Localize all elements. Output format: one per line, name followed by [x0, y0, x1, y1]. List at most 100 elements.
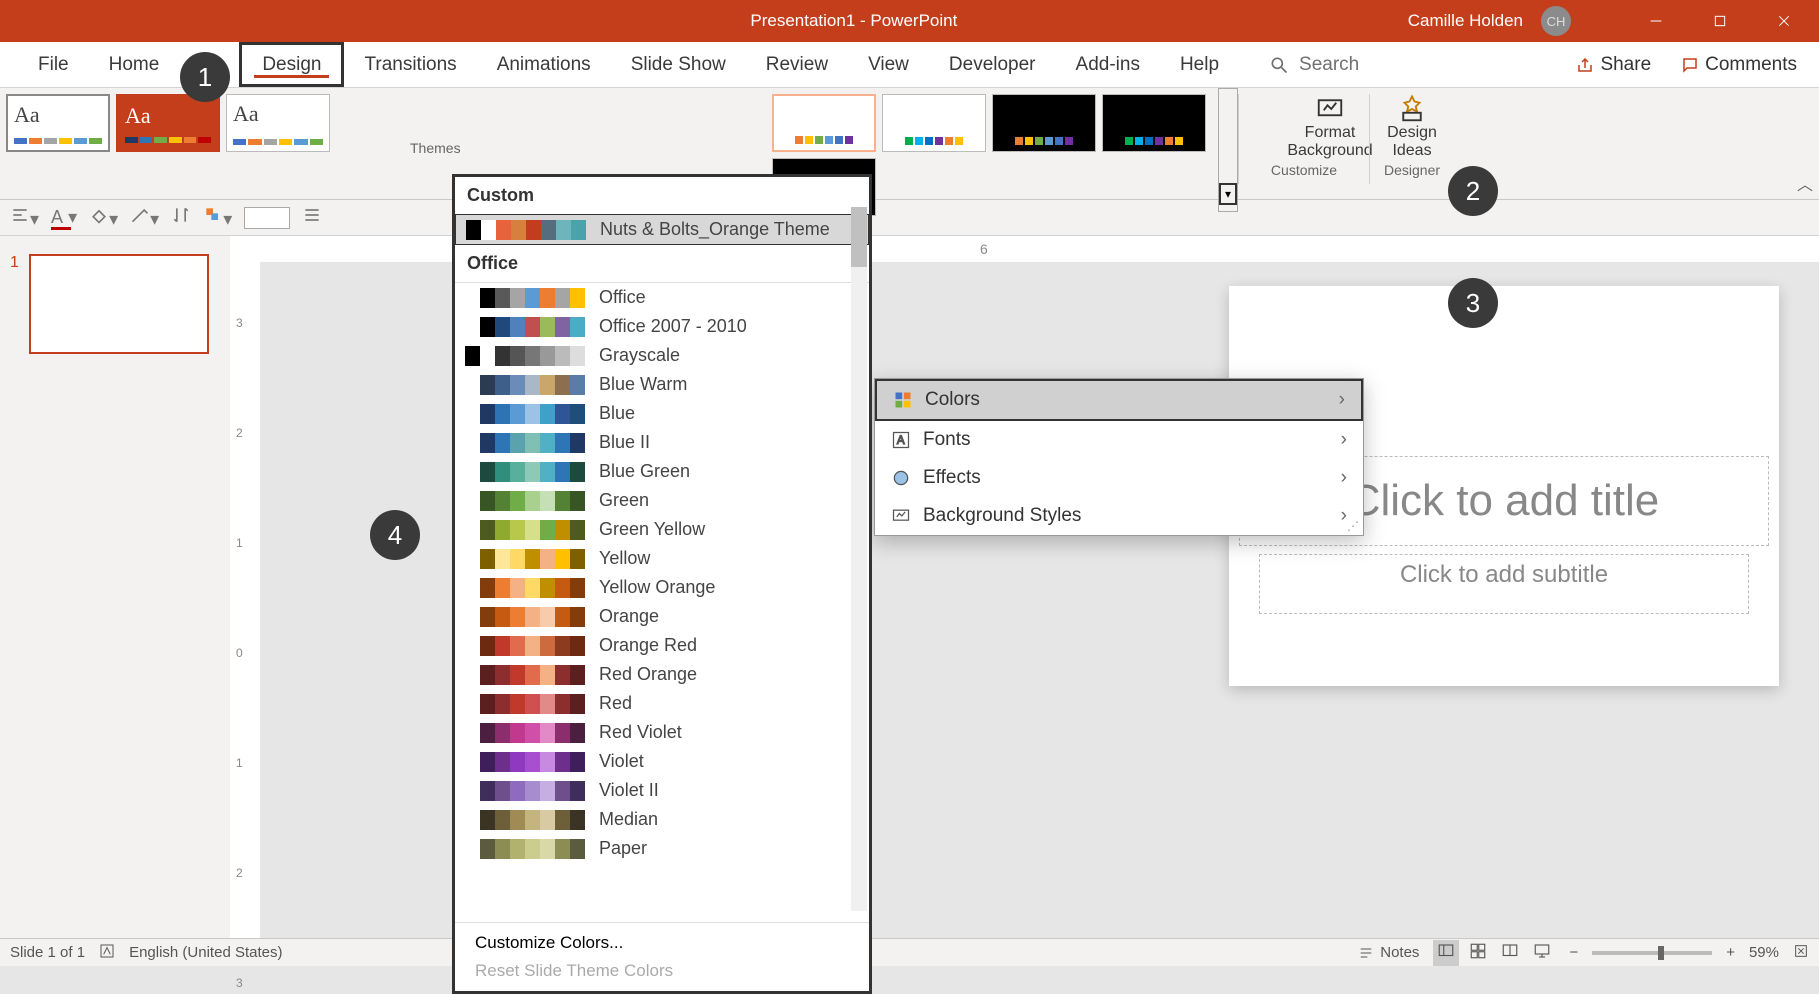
- minimize-button[interactable]: [1633, 0, 1679, 42]
- color-scheme-custom[interactable]: Nuts & Bolts_Orange Theme: [455, 214, 869, 245]
- zoom-in-button[interactable]: +: [1726, 944, 1735, 961]
- align-icon[interactable]: ▾: [10, 205, 39, 230]
- fill-icon[interactable]: ▾: [89, 205, 118, 230]
- tab-slideshow[interactable]: Slide Show: [611, 42, 746, 87]
- format-background-button[interactable]: Format Background: [1287, 94, 1372, 160]
- slide-thumbnail-1[interactable]: 1: [10, 254, 220, 354]
- color-swatches: [465, 317, 585, 337]
- maximize-button[interactable]: [1697, 0, 1743, 42]
- color-scheme-item[interactable]: Yellow Orange: [455, 573, 869, 602]
- comments-button[interactable]: Comments: [1673, 50, 1805, 80]
- variant-thumb[interactable]: [992, 94, 1096, 152]
- resize-grip-icon[interactable]: ⋰: [1347, 519, 1359, 533]
- color-scheme-label: Office: [599, 287, 646, 308]
- variant-thumb[interactable]: [1102, 94, 1206, 152]
- theme-thumb-selected[interactable]: Aa: [116, 94, 220, 152]
- color-scheme-item[interactable]: Blue: [455, 399, 869, 428]
- tab-file[interactable]: File: [18, 42, 89, 87]
- shapes-icon[interactable]: ▾: [203, 205, 232, 230]
- outline-icon[interactable]: ▾: [130, 205, 159, 230]
- color-scheme-item[interactable]: Red Orange: [455, 660, 869, 689]
- sort-icon[interactable]: [171, 205, 191, 230]
- zoom-slider[interactable]: [1592, 951, 1712, 955]
- color-scheme-item[interactable]: Office 2007 - 2010: [455, 312, 869, 341]
- color-scheme-item[interactable]: Office: [455, 283, 869, 312]
- variants-menu-effects[interactable]: Effects ›: [875, 459, 1363, 497]
- reading-view-button[interactable]: [1497, 940, 1523, 966]
- theme-thumb[interactable]: Aa: [6, 94, 110, 152]
- close-button[interactable]: [1761, 0, 1807, 42]
- design-ideas-button[interactable]: Design Ideas: [1387, 94, 1437, 160]
- search-input[interactable]: Search: [1269, 54, 1359, 76]
- variants-menu-colors[interactable]: Colors ›: [875, 379, 1363, 421]
- scrollbar-thumb[interactable]: [851, 207, 867, 267]
- color-scheme-item[interactable]: Orange Red: [455, 631, 869, 660]
- font-color-icon[interactable]: A ▾: [51, 207, 77, 228]
- color-scheme-item[interactable]: Yellow: [455, 544, 869, 573]
- zoom-level[interactable]: 59%: [1749, 944, 1779, 961]
- color-scheme-item[interactable]: Paper: [455, 834, 869, 863]
- variants-menu-fonts[interactable]: A Fonts ›: [875, 421, 1363, 459]
- slide-mini[interactable]: [29, 254, 209, 354]
- list-icon[interactable]: [302, 205, 322, 230]
- color-scheme-label: Red Violet: [599, 722, 682, 743]
- slide-sorter-button[interactable]: [1465, 940, 1491, 966]
- variant-thumb[interactable]: [772, 94, 876, 152]
- color-scheme-label: Grayscale: [599, 345, 680, 366]
- tab-home[interactable]: Home: [89, 42, 180, 87]
- collapse-ribbon-icon[interactable]: ︿: [1797, 171, 1813, 195]
- color-scheme-label: Orange: [599, 606, 659, 627]
- normal-view-button[interactable]: [1433, 940, 1459, 966]
- subtitle-placeholder[interactable]: Click to add subtitle: [1259, 554, 1749, 614]
- notes-label: Notes: [1380, 944, 1419, 961]
- tab-view[interactable]: View: [848, 42, 929, 87]
- color-scheme-item[interactable]: Violet II: [455, 776, 869, 805]
- color-scheme-item[interactable]: Red: [455, 689, 869, 718]
- tab-review[interactable]: Review: [746, 42, 848, 87]
- variant-thumb[interactable]: [882, 94, 986, 152]
- colors-icon: [893, 390, 913, 410]
- color-scheme-item[interactable]: Violet: [455, 747, 869, 776]
- slide-counter[interactable]: Slide 1 of 1: [10, 944, 85, 961]
- color-scheme-label: Yellow Orange: [599, 577, 715, 598]
- variants-more-button[interactable]: ▾: [1218, 88, 1238, 212]
- color-scheme-item[interactable]: Blue Green: [455, 457, 869, 486]
- tab-transitions[interactable]: Transitions: [344, 42, 476, 87]
- avatar[interactable]: CH: [1541, 6, 1571, 36]
- tab-design[interactable]: Design: [239, 42, 344, 87]
- language-status[interactable]: English (United States): [129, 944, 282, 961]
- color-swatches: [465, 839, 585, 859]
- zoom-out-button[interactable]: −: [1569, 944, 1578, 961]
- variants-menu-bgstyles[interactable]: Background Styles ›: [875, 497, 1363, 535]
- slide-panel[interactable]: 1: [0, 236, 230, 938]
- color-swatches: [465, 723, 585, 743]
- scrollbar[interactable]: [851, 207, 867, 911]
- color-scheme-item[interactable]: Grayscale: [455, 341, 869, 370]
- tab-developer[interactable]: Developer: [929, 42, 1056, 87]
- fit-to-window-button[interactable]: [1793, 943, 1809, 963]
- tab-help[interactable]: Help: [1160, 42, 1239, 87]
- customize-colors-button[interactable]: Customize Colors...: [475, 933, 849, 953]
- color-swatch[interactable]: [244, 207, 290, 229]
- theme-gallery[interactable]: Aa Aa Aa: [0, 88, 336, 158]
- color-scheme-item[interactable]: Orange: [455, 602, 869, 631]
- callout-3: 3: [1448, 278, 1498, 328]
- color-scheme-item[interactable]: Blue II: [455, 428, 869, 457]
- accessibility-icon[interactable]: [99, 943, 115, 963]
- menu-label: Fonts: [923, 429, 971, 451]
- color-scheme-item[interactable]: Green Yellow: [455, 515, 869, 544]
- color-scheme-item[interactable]: Red Violet: [455, 718, 869, 747]
- view-buttons: [1433, 940, 1555, 966]
- slideshow-view-button[interactable]: [1529, 940, 1555, 966]
- theme-thumb[interactable]: Aa: [226, 94, 330, 152]
- color-scheme-item[interactable]: Green: [455, 486, 869, 515]
- share-button[interactable]: Share: [1568, 50, 1659, 80]
- fonts-icon: A: [891, 430, 911, 450]
- color-scheme-label: Blue Green: [599, 461, 690, 482]
- tab-animations[interactable]: Animations: [477, 42, 611, 87]
- color-scheme-item[interactable]: Median: [455, 805, 869, 834]
- tab-addins[interactable]: Add-ins: [1056, 42, 1160, 87]
- color-scheme-item[interactable]: Blue Warm: [455, 370, 869, 399]
- notes-button[interactable]: Notes: [1358, 944, 1419, 961]
- color-scheme-label: Green: [599, 490, 649, 511]
